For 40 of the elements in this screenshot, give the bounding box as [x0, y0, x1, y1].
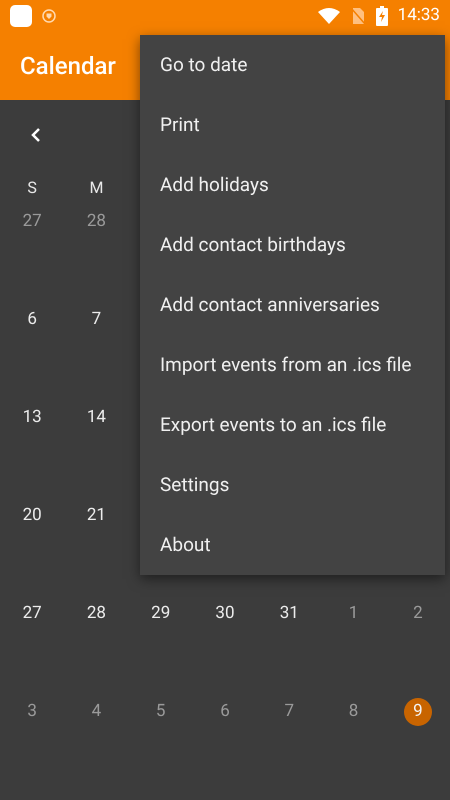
menu-item[interactable]: Settings: [140, 455, 445, 515]
menu-item[interactable]: Export events to an .ics file: [140, 395, 445, 455]
day-number[interactable]: 27: [18, 208, 46, 236]
app-icon: [10, 5, 32, 27]
menu-item[interactable]: Add contact anniversaries: [140, 275, 445, 335]
day-number[interactable]: 28: [82, 600, 110, 628]
day-number[interactable]: 31: [275, 600, 304, 628]
day-number[interactable]: 14: [82, 404, 110, 432]
day-number[interactable]: 13: [18, 404, 46, 432]
day-number[interactable]: 29: [146, 600, 175, 628]
menu-item[interactable]: Go to date: [140, 35, 445, 95]
menu-item[interactable]: Add contact birthdays: [140, 215, 445, 275]
day-number[interactable]: 1: [340, 600, 368, 628]
shield-icon: [42, 9, 56, 23]
day-number[interactable]: 20: [18, 502, 46, 530]
status-time: 14:33: [398, 4, 440, 28]
wifi-icon: [318, 8, 340, 24]
day-number[interactable]: 28: [82, 208, 110, 236]
day-number[interactable]: 5: [146, 698, 175, 726]
menu-item[interactable]: Import events from an .ics file: [140, 335, 445, 395]
day-number[interactable]: 6: [18, 306, 46, 334]
day-number[interactable]: 27: [18, 600, 46, 628]
day-number[interactable]: 3: [18, 698, 46, 726]
chevron-left-icon: [30, 127, 42, 143]
day-number[interactable]: 8: [340, 698, 368, 726]
day-number[interactable]: 2: [404, 600, 432, 628]
weekday-label: S: [27, 177, 37, 199]
day-number[interactable]: 7: [82, 306, 110, 334]
day-number[interactable]: 7: [275, 698, 304, 726]
menu-item[interactable]: Print: [140, 95, 445, 155]
day-number[interactable]: 4: [82, 698, 110, 726]
day-number[interactable]: 6: [210, 698, 239, 726]
day-number[interactable]: 9: [404, 698, 432, 726]
day-number[interactable]: 30: [210, 600, 239, 628]
weekday-label: M: [89, 177, 104, 199]
battery-charging-icon: [376, 6, 388, 26]
menu-item[interactable]: About: [140, 515, 445, 575]
app-title: Calendar: [20, 51, 116, 82]
menu-item[interactable]: Add holidays: [140, 155, 445, 215]
day-number[interactable]: 21: [82, 502, 110, 530]
